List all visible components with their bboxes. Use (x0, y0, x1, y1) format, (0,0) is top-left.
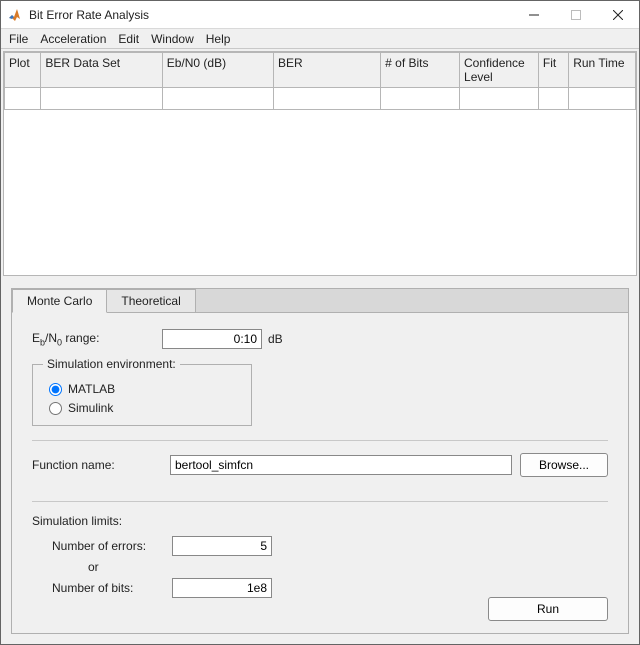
tab-monte-carlo[interactable]: Monte Carlo (12, 289, 107, 313)
num-bits-row: Number of bits: (52, 578, 608, 598)
table-row[interactable] (5, 88, 636, 110)
minimize-button[interactable] (513, 1, 555, 28)
table-empty-area (4, 110, 636, 275)
function-name-input[interactable] (170, 455, 512, 475)
function-name-label: Function name: (32, 458, 162, 472)
menu-window[interactable]: Window (147, 31, 198, 47)
radio-row-matlab: MATLAB (49, 382, 241, 396)
num-errors-input[interactable] (172, 536, 272, 556)
col-fit[interactable]: Fit (538, 53, 568, 88)
menu-acceleration[interactable]: Acceleration (36, 31, 110, 47)
close-button[interactable] (597, 1, 639, 28)
num-bits-label: Number of bits: (52, 581, 172, 595)
app-window: Bit Error Rate Analysis File Acceleratio… (0, 0, 640, 645)
num-bits-input[interactable] (172, 578, 272, 598)
radio-matlab-label: MATLAB (68, 382, 115, 396)
simulation-environment-legend: Simulation environment: (43, 357, 180, 371)
results-table-wrap: Plot BER Data Set Eb/N0 (dB) BER # of Bi… (3, 51, 637, 276)
ebn0-range-label: Eb/N0 range: (32, 331, 162, 347)
menubar: File Acceleration Edit Window Help (1, 29, 639, 49)
ebn0-range-input[interactable] (162, 329, 262, 349)
tab-content-monte-carlo: Eb/N0 range: dB Simulation environment: … (12, 312, 628, 633)
tab-theoretical[interactable]: Theoretical (106, 289, 195, 313)
num-errors-row: Number of errors: (52, 536, 608, 556)
run-button[interactable]: Run (488, 597, 608, 621)
or-row: or (52, 560, 608, 574)
radio-simulink-label: Simulink (68, 401, 113, 415)
col-nbits[interactable]: # of Bits (381, 53, 460, 88)
window-title: Bit Error Rate Analysis (29, 8, 513, 22)
col-ber[interactable]: BER (273, 53, 380, 88)
window-controls (513, 1, 639, 28)
settings-panel: Monte Carlo Theoretical Eb/N0 range: dB … (1, 278, 639, 644)
col-confidence[interactable]: Confidence Level (460, 53, 539, 88)
ebn0-range-row: Eb/N0 range: dB (32, 329, 608, 349)
radio-row-simulink: Simulink (49, 401, 241, 415)
matlab-icon (7, 7, 23, 23)
col-runtime[interactable]: Run Time (569, 53, 636, 88)
browse-button[interactable]: Browse... (520, 453, 608, 477)
tab-strip: Monte Carlo Theoretical (12, 289, 628, 313)
results-table[interactable]: Plot BER Data Set Eb/N0 (dB) BER # of Bi… (4, 52, 636, 110)
simulation-environment-group: Simulation environment: MATLAB Simulink (32, 357, 252, 426)
simulation-limits-label: Simulation limits: (32, 514, 608, 528)
menu-edit[interactable]: Edit (114, 31, 143, 47)
col-ber-data-set[interactable]: BER Data Set (41, 53, 162, 88)
ebn0-unit: dB (268, 332, 283, 346)
col-plot[interactable]: Plot (5, 53, 41, 88)
separator-2 (32, 501, 608, 502)
or-label: or (88, 560, 99, 574)
col-ebn0[interactable]: Eb/N0 (dB) (162, 53, 273, 88)
maximize-button[interactable] (555, 1, 597, 28)
menu-help[interactable]: Help (202, 31, 235, 47)
radio-simulink[interactable] (49, 402, 62, 415)
num-errors-label: Number of errors: (52, 539, 172, 553)
function-name-row: Function name: Browse... (32, 453, 608, 477)
table-header-row: Plot BER Data Set Eb/N0 (dB) BER # of Bi… (5, 53, 636, 88)
titlebar: Bit Error Rate Analysis (1, 1, 639, 29)
run-row: Run (488, 597, 608, 621)
menu-file[interactable]: File (5, 31, 32, 47)
tab-container: Monte Carlo Theoretical Eb/N0 range: dB … (11, 288, 629, 634)
radio-matlab[interactable] (49, 383, 62, 396)
separator-1 (32, 440, 608, 441)
